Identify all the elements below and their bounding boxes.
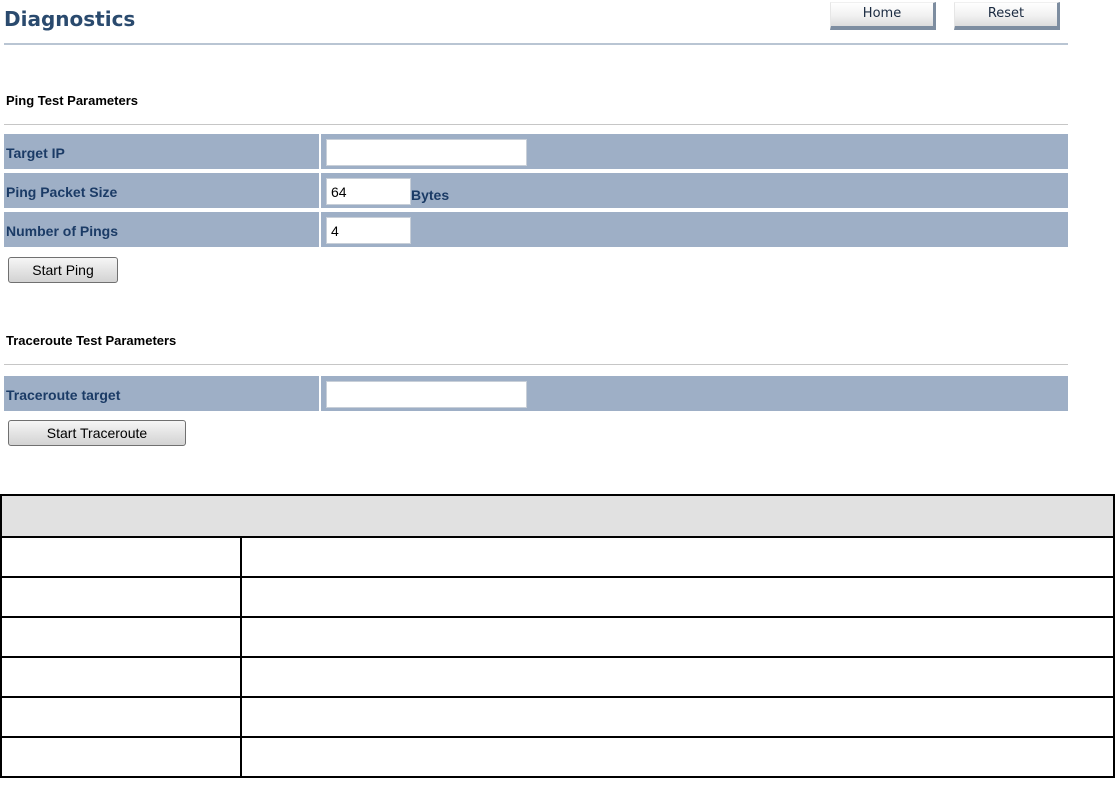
ping-packet-size-input[interactable] — [326, 178, 411, 205]
table-row — [0, 536, 1115, 578]
ping-packet-size-label: Ping Packet Size — [4, 173, 321, 208]
traceroute-target-input[interactable] — [326, 381, 527, 408]
table-cell-value — [240, 536, 1115, 578]
table-row — [0, 696, 1115, 738]
number-of-pings-label: Number of Pings — [4, 212, 321, 247]
table-cell-value — [240, 576, 1115, 618]
ping-packet-size-row: Ping Packet Size Bytes — [4, 173, 1068, 208]
result-table-header — [0, 494, 1115, 538]
number-of-pings-input[interactable] — [326, 217, 411, 244]
traceroute-section-divider — [4, 364, 1068, 365]
result-table — [0, 494, 1115, 778]
table-cell-value — [240, 696, 1115, 738]
table-cell-key — [0, 536, 242, 578]
table-cell-key — [0, 696, 242, 738]
table-row — [0, 616, 1115, 658]
bytes-unit-label: Bytes — [411, 187, 450, 203]
start-traceroute-button[interactable]: Start Traceroute — [8, 420, 186, 446]
table-row — [0, 656, 1115, 698]
table-cell-key — [0, 736, 242, 778]
home-button[interactable]: Home — [830, 2, 936, 30]
ping-section-title: Ping Test Parameters — [6, 93, 138, 108]
table-cell-key — [0, 576, 242, 618]
table-row — [0, 576, 1115, 618]
table-cell-key — [0, 656, 242, 698]
table-cell-value — [240, 616, 1115, 658]
table-cell-key — [0, 616, 242, 658]
target-ip-input[interactable] — [326, 139, 527, 166]
table-cell-value — [240, 656, 1115, 698]
table-row — [0, 736, 1115, 778]
target-ip-row: Target IP — [4, 134, 1068, 169]
table-cell-value — [240, 736, 1115, 778]
target-ip-label: Target IP — [4, 134, 321, 169]
traceroute-target-row: Traceroute target — [4, 376, 1068, 411]
start-ping-button[interactable]: Start Ping — [8, 257, 118, 283]
number-of-pings-row: Number of Pings — [4, 212, 1068, 247]
reset-button[interactable]: Reset — [954, 2, 1060, 30]
title-divider — [4, 43, 1068, 45]
traceroute-section-title: Traceroute Test Parameters — [6, 333, 177, 348]
ping-section-divider — [4, 124, 1068, 125]
page-title: Diagnostics — [4, 7, 136, 31]
traceroute-target-label: Traceroute target — [4, 376, 321, 411]
